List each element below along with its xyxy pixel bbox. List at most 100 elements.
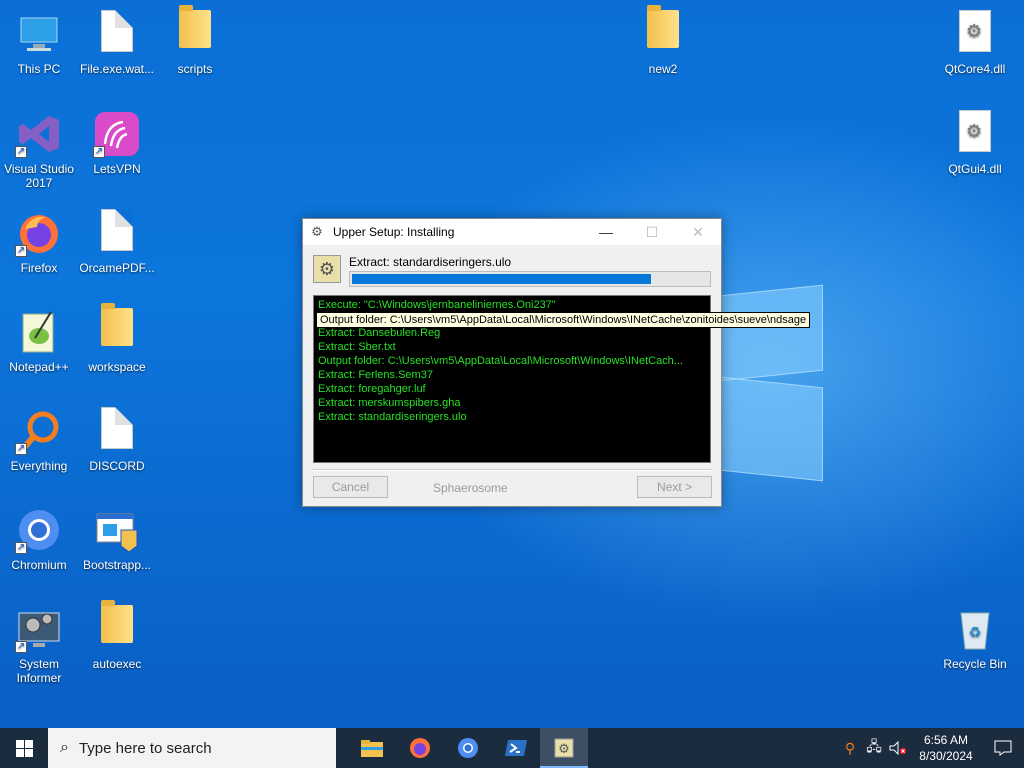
taskbar-file-explorer[interactable] (348, 728, 396, 768)
desktop-icon-label: Visual Studio 2017 (4, 162, 74, 190)
installer-icon (93, 506, 141, 554)
desktop-icon-label: workspace (88, 360, 146, 374)
file-icon (93, 407, 141, 455)
everything-tray-icon[interactable]: ⚲ (838, 728, 862, 768)
log-line: Extract: Ferlens.Sem37 (318, 369, 433, 381)
taskbar-chromium[interactable] (444, 728, 492, 768)
minimize-button[interactable]: — (583, 219, 629, 245)
svg-text:♻: ♻ (969, 625, 982, 641)
dll-icon: ⚙ (951, 10, 999, 58)
desktop-icon-system-informer[interactable]: ↗ System Informer (0, 599, 78, 685)
clock-date: 8/30/2024 (919, 749, 973, 763)
clock-time: 6:56 AM (923, 733, 969, 747)
folder-icon (639, 5, 687, 58)
desktop-icon-label: new2 (648, 62, 678, 76)
footer-divider (313, 469, 711, 471)
log-tooltip: Output folder: C:\Users\vm5\AppData\Loca… (316, 312, 811, 328)
desktop-icon-label: This PC (17, 62, 61, 76)
file-icon (93, 10, 141, 58)
visual-studio-icon: ↗ (15, 110, 63, 158)
desktop-icon-letsvpn[interactable]: ↗ LetsVPN (78, 104, 156, 176)
cancel-button[interactable]: Cancel (313, 476, 388, 498)
desktop: This PC ↗ Visual Studio 2017 ↗ Firefox N… (0, 0, 1024, 728)
search-icon: ⌕ (60, 739, 69, 756)
log-line: Extract: foregahger.luf (318, 383, 426, 395)
next-button[interactable]: Next > (637, 476, 712, 498)
desktop-icon-visual-studio[interactable]: ↗ Visual Studio 2017 (0, 104, 78, 190)
chromium-icon (458, 738, 478, 758)
everything-search-icon: ↗ (15, 407, 63, 455)
start-button[interactable] (0, 728, 48, 768)
close-button[interactable]: ✕ (675, 219, 721, 245)
desktop-icon-recycle-bin[interactable]: ♻ Recycle Bin (936, 599, 1014, 671)
notifications-icon[interactable] (982, 728, 1024, 768)
firefox-icon (410, 738, 430, 758)
desktop-icon-discord[interactable]: DISCORD (78, 401, 156, 473)
desktop-icon-qtgui4[interactable]: ⚙ QtGui4.dll (936, 104, 1014, 176)
desktop-icon-label: DISCORD (89, 459, 145, 473)
clock[interactable]: 6:56 AM 8/30/2024 (910, 732, 982, 764)
desktop-icon-label: LetsVPN (93, 162, 141, 176)
search-box[interactable]: ⌕ Type here to search (48, 728, 336, 768)
desktop-icon-label: scripts (177, 62, 213, 76)
svg-text:⚙: ⚙ (558, 742, 570, 757)
progress-fill (352, 274, 651, 284)
desktop-icon-label: QtGui4.dll (948, 162, 1002, 176)
firefox-icon: ↗ (15, 209, 63, 257)
setup-icon: ⚙ (554, 738, 574, 758)
folder-icon (171, 5, 219, 58)
desktop-icon-firefox[interactable]: ↗ Firefox (0, 203, 78, 275)
desktop-icon-qtcore4[interactable]: ⚙ QtCore4.dll (936, 4, 1014, 76)
taskbar: ⌕ Type here to search ⚙ ⚲ 🖧 6:56 AM 8/30… (0, 728, 1024, 768)
powershell-icon (505, 740, 527, 756)
letsvpn-icon: ↗ (93, 110, 141, 158)
desktop-icon-label: Bootstrapp... (82, 558, 152, 572)
desktop-icon-chromium[interactable]: ↗ Chromium (0, 500, 78, 572)
desktop-icon-scripts[interactable]: scripts (156, 4, 234, 76)
file-explorer-icon (361, 740, 383, 757)
window-titlebar[interactable]: ⚙ Upper Setup: Installing — ☐ ✕ (303, 219, 721, 245)
window-title: Upper Setup: Installing (333, 225, 455, 239)
setup-window: ⚙ Upper Setup: Installing — ☐ ✕ ⚙ Extrac… (302, 218, 811, 507)
computer-icon (15, 10, 63, 58)
log-line: Extract: Dansebulen.Reg (318, 327, 441, 339)
installer-gear-icon: ⚙ (313, 255, 341, 283)
status-text: Extract: standardiseringers.ulo (349, 255, 512, 269)
folder-icon (93, 600, 141, 653)
desktop-icon-notepadpp[interactable]: Notepad++ (0, 302, 78, 374)
search-placeholder: Type here to search (78, 739, 212, 757)
progress-bar (349, 271, 711, 287)
recycle-bin-icon: ♻ (951, 605, 999, 653)
network-icon[interactable]: 🖧 (862, 728, 886, 768)
desktop-icon-workspace[interactable]: workspace (78, 302, 156, 374)
desktop-icon-label: Everything (10, 459, 68, 473)
desktop-icon-label: Chromium (11, 558, 67, 572)
maximize-button[interactable]: ☐ (629, 219, 675, 245)
dll-icon: ⚙ (951, 110, 999, 158)
desktop-icon-bootstrapper[interactable]: Bootstrapp... (78, 500, 156, 572)
desktop-icon-orcamepdf[interactable]: OrcamePDF... (78, 203, 156, 275)
log-line: Extract: merskumspibers.gha (318, 397, 461, 409)
taskbar-firefox[interactable] (396, 728, 444, 768)
log-line: Execute: "C:\Windows\jernbaneliniernes.O… (318, 299, 556, 311)
taskbar-powershell[interactable] (492, 728, 540, 768)
desktop-icon-label: File.exe.wat... (79, 62, 155, 76)
chromium-icon: ↗ (15, 506, 63, 554)
desktop-icon-new2[interactable]: new2 (624, 4, 702, 76)
volume-muted-icon[interactable] (886, 728, 910, 768)
desktop-icon-label: autoexec (92, 657, 142, 671)
desktop-icon-everything[interactable]: ↗ Everything (0, 401, 78, 473)
taskbar-setup[interactable]: ⚙ (540, 728, 588, 768)
desktop-icon-this-pc[interactable]: This PC (0, 4, 78, 76)
branding-text: Sphaerosome (433, 481, 508, 495)
log-line: Output folder: C:\Users\vm5\AppData\Loca… (318, 355, 683, 367)
system-tray: ⚲ 🖧 6:56 AM 8/30/2024 (838, 728, 1024, 768)
desktop-icon-label: System Informer (16, 657, 62, 685)
file-icon (93, 209, 141, 257)
desktop-icon-autoexec[interactable]: autoexec (78, 599, 156, 671)
desktop-icon-label: Recycle Bin (943, 657, 1007, 671)
desktop-icon-label: QtCore4.dll (944, 62, 1006, 76)
folder-icon (93, 303, 141, 356)
desktop-icon-label: Notepad++ (9, 360, 69, 374)
desktop-icon-file-exe[interactable]: File.exe.wat... (78, 4, 156, 76)
